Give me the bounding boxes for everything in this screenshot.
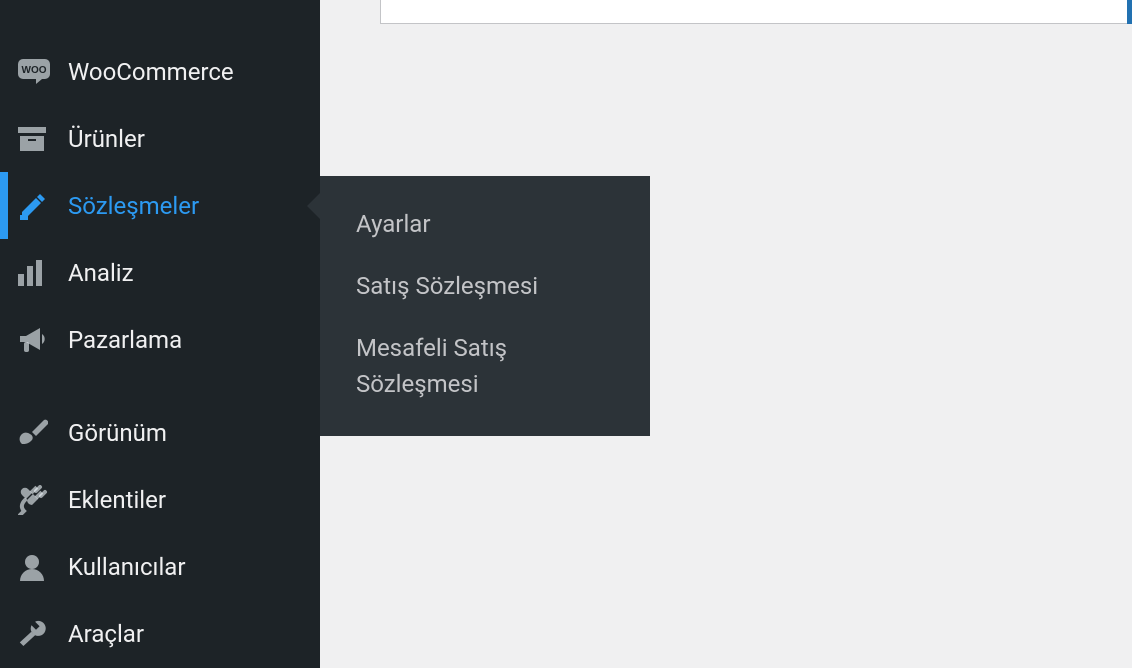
user-icon (18, 553, 54, 581)
submenu-item-settings[interactable]: Ayarlar (320, 196, 650, 252)
megaphone-icon (18, 326, 54, 354)
sidebar-item-products[interactable]: Ürünler (0, 105, 320, 172)
sidebar-item-analytics[interactable]: Analiz (0, 239, 320, 306)
submenu-item-label: Satış Sözleşmesi (356, 272, 538, 300)
sidebar-item-users[interactable]: Kullanıcılar (0, 533, 320, 600)
sidebar-item-label: Sözleşmeler (68, 192, 199, 220)
plug-icon (18, 485, 54, 515)
woocommerce-icon: WOO (18, 59, 54, 85)
sidebar-item-label: WooCommerce (68, 58, 234, 86)
sidebar-item-appearance[interactable]: Görünüm (0, 399, 320, 466)
admin-sidebar: WOO WooCommerce Ürünler Sözleşmeler (0, 0, 320, 668)
paintbrush-icon (18, 418, 54, 448)
top-panel-fragment (380, 0, 1132, 24)
sidebar-item-label: Eklentiler (68, 486, 166, 514)
bar-chart-icon (18, 260, 54, 286)
sidebar-item-label: Görünüm (68, 419, 167, 447)
sidebar-item-label: Pazarlama (68, 326, 182, 354)
sidebar-item-tools[interactable]: Araçlar (0, 600, 320, 667)
pencil-write-icon (18, 192, 54, 220)
svg-text:WOO: WOO (22, 65, 47, 76)
sidebar-item-contracts[interactable]: Sözleşmeler (0, 172, 320, 239)
submenu-flyout: Ayarlar Satış Sözleşmesi Mesafeli Satış … (320, 176, 650, 436)
sidebar-item-plugins[interactable]: Eklentiler (0, 466, 320, 533)
sidebar-item-label: Kullanıcılar (68, 553, 185, 581)
sidebar-item-marketing[interactable]: Pazarlama (0, 306, 320, 373)
sidebar-item-label: Analiz (68, 259, 134, 287)
wrench-icon (18, 619, 54, 649)
menu-separator (0, 373, 320, 399)
sidebar-item-woocommerce[interactable]: WOO WooCommerce (0, 38, 320, 105)
sidebar-item-label: Ürünler (68, 125, 145, 153)
submenu-item-sales-contract[interactable]: Satış Sözleşmesi (320, 258, 650, 314)
submenu-item-label: Ayarlar (356, 210, 430, 238)
archive-icon (18, 127, 54, 151)
submenu-item-label: Mesafeli Satış Sözleşmesi (356, 334, 507, 398)
sidebar-item-label: Araçlar (68, 620, 144, 648)
submenu-item-distance-contract[interactable]: Mesafeli Satış Sözleşmesi (320, 320, 650, 412)
